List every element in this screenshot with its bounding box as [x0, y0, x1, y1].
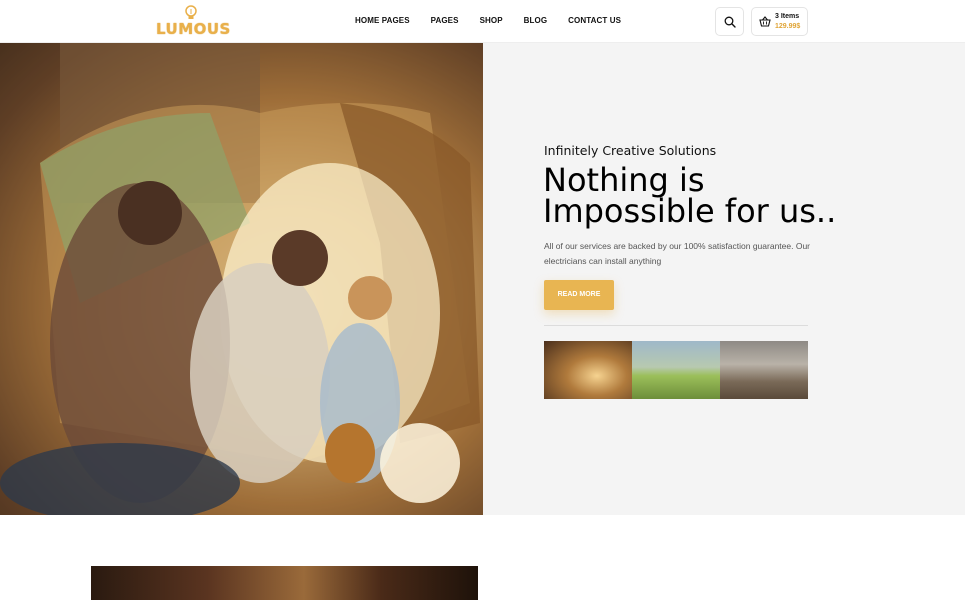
nav-item-pages[interactable]: PAGES — [431, 16, 459, 25]
family-tent-illustration — [0, 43, 483, 515]
cart-item-count: 3 Items — [775, 13, 800, 20]
nav-item-blog[interactable]: BLOG — [524, 16, 548, 25]
logo[interactable]: LUMOUS — [156, 5, 230, 38]
thumbnail-3[interactable] — [720, 341, 808, 399]
search-button[interactable] — [715, 7, 744, 36]
nav-item-home-pages[interactable]: HOME PAGES — [355, 16, 410, 25]
read-more-button[interactable]: READ MORE — [544, 280, 614, 310]
hero-content: Infinitely Creative Solutions Nothing is… — [483, 43, 965, 515]
logo-text: LUMOUS — [156, 20, 231, 38]
thumbnail-1[interactable] — [544, 341, 632, 399]
cart-button[interactable]: 3 Items 129.99$ — [751, 7, 808, 36]
hero-description: All of our services are backed by our 10… — [544, 241, 811, 266]
cart-total: 129.99$ — [775, 23, 801, 30]
hero-headline: Nothing is Impossible for us.. — [543, 164, 837, 230]
hero-subtitle: Infinitely Creative Solutions — [544, 143, 717, 158]
thumbnail-2[interactable] — [632, 341, 720, 399]
nav-item-shop[interactable]: SHOP — [480, 16, 503, 25]
main-nav: HOME PAGES PAGES SHOP BLOG CONTACT US — [345, 16, 642, 25]
site-header: LUMOUS HOME PAGES PAGES SHOP BLOG CONTAC… — [0, 0, 965, 43]
hero-section: Infinitely Creative Solutions Nothing is… — [0, 43, 965, 515]
nav-item-contact-us[interactable]: CONTACT US — [568, 16, 621, 25]
basket-icon — [759, 16, 771, 27]
divider — [544, 325, 808, 326]
search-icon — [724, 16, 736, 28]
hero-headline-line2: Impossible for us.. — [543, 192, 837, 230]
section-photo — [91, 566, 478, 600]
hero-photo — [0, 43, 483, 515]
slider-thumbnails — [544, 341, 808, 399]
